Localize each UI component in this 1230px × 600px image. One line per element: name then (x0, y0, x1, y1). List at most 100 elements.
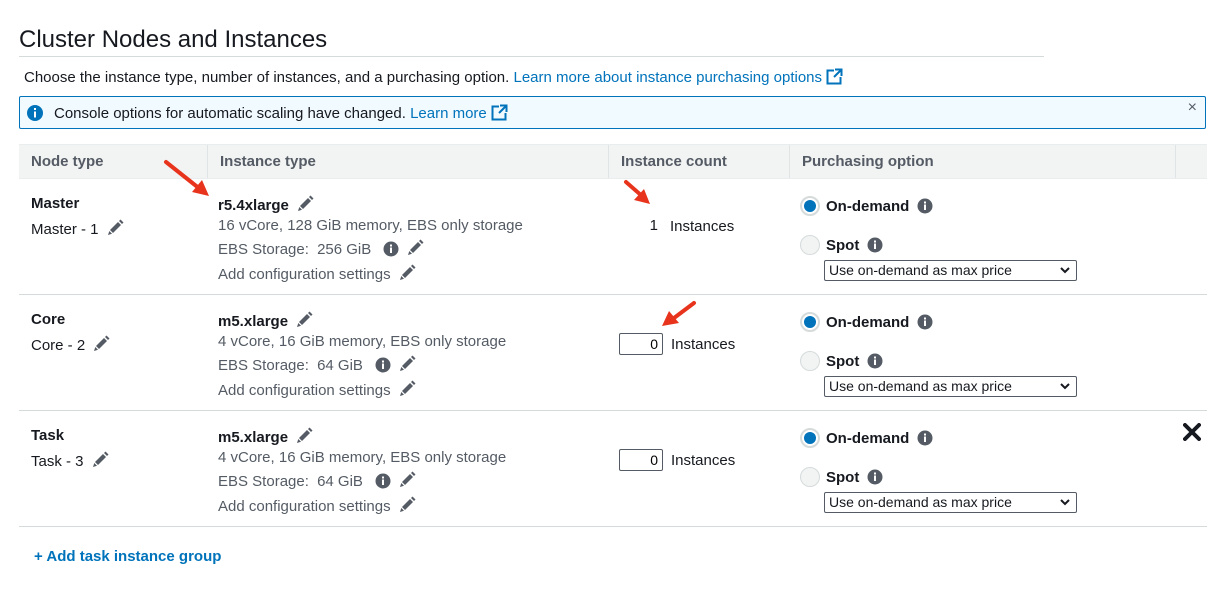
edit-name-pencil-icon[interactable] (92, 451, 109, 468)
info-icon[interactable] (867, 237, 883, 253)
instance-type-text: m5.xlarge (218, 429, 289, 446)
instances-label: Instances (671, 335, 736, 353)
on-demand-option[interactable]: On-demand (800, 311, 1077, 333)
title-divider (19, 56, 1044, 57)
edit-config-pencil-icon[interactable] (399, 380, 416, 397)
external-link-icon (491, 104, 508, 121)
node-label-text: Core - 2 (31, 337, 86, 354)
info-icon[interactable] (375, 473, 391, 489)
max-price-select[interactable]: Use on-demand as max price (824, 376, 1077, 397)
node-label-text: Master - 1 (31, 221, 99, 238)
instances-label: Instances (671, 451, 736, 469)
header-actions (1175, 145, 1207, 178)
edit-instance-type-pencil-icon[interactable] (296, 311, 313, 328)
spot-radio[interactable] (800, 235, 820, 255)
purchasing-option: On-demand Spot Use on-demand as max pric… (800, 311, 1077, 397)
ebs-storage: EBS Storage: 64 GiB (218, 355, 416, 374)
annotation-arrow-icon (164, 160, 209, 196)
node-label: Core - 2 (31, 335, 110, 354)
alert-message: Console options for automatic scaling ha… (54, 104, 508, 122)
edit-name-pencil-icon[interactable] (107, 219, 124, 236)
table-row-core: Core Core - 2 m5.xlarge 4 vCore, 16 GiB … (19, 295, 1207, 411)
header-instance-type: Instance type (207, 145, 607, 178)
annotation-arrow-icon (624, 180, 650, 204)
max-price-select[interactable]: Use on-demand as max price (824, 492, 1077, 513)
on-demand-label: On-demand (826, 429, 910, 447)
node-type: Core (31, 311, 66, 328)
instance-count-value: 1 (649, 217, 658, 234)
alert-learn-more-link[interactable]: Learn more (410, 104, 508, 122)
ebs-label: EBS Storage: (218, 241, 309, 258)
instance-spec: 16 vCore, 128 GiB memory, EBS only stora… (218, 217, 523, 234)
instance-count-input[interactable] (619, 449, 663, 471)
instance-type-text: r5.4xlarge (218, 197, 289, 214)
edit-instance-type-pencil-icon[interactable] (296, 427, 313, 444)
max-price-select-value: Use on-demand as max price (829, 262, 1012, 278)
learn-more-purchasing-label: Learn more about instance purchasing opt… (513, 69, 823, 86)
instance-count: Instances (619, 333, 735, 355)
chevron-down-icon (1060, 499, 1070, 506)
ebs-value: 256 GiB (317, 241, 372, 258)
edit-ebs-pencil-icon[interactable] (399, 355, 416, 372)
ebs-value: 64 GiB (317, 357, 363, 374)
on-demand-radio[interactable] (800, 196, 820, 216)
node-type: Task (31, 427, 65, 444)
spot-label: Spot (826, 236, 860, 254)
spot-radio[interactable] (800, 351, 820, 371)
info-icon[interactable] (867, 469, 883, 485)
edit-name-pencil-icon[interactable] (93, 335, 110, 352)
spot-label: Spot (826, 352, 860, 370)
alert-learn-more-label: Learn more (410, 105, 487, 122)
on-demand-radio[interactable] (800, 312, 820, 332)
description-text: Choose the instance type, number of inst… (24, 69, 510, 86)
learn-more-purchasing-link[interactable]: Learn more about instance purchasing opt… (513, 68, 844, 86)
spot-option[interactable]: Spot (800, 234, 1077, 256)
info-icon[interactable] (375, 357, 391, 373)
max-price-select-value: Use on-demand as max price (829, 494, 1012, 510)
instance-type-text: m5.xlarge (218, 313, 289, 330)
add-task-instance-group-link[interactable]: + Add task instance group (34, 548, 221, 565)
info-icon[interactable] (917, 314, 933, 330)
table-row-task: Task Task - 3 m5.xlarge 4 vCore, 16 GiB … (19, 411, 1207, 527)
section-title: Cluster Nodes and Instances (19, 26, 328, 53)
on-demand-radio[interactable] (800, 428, 820, 448)
max-price-select[interactable]: Use on-demand as max price (824, 260, 1077, 281)
instance-count-input[interactable] (619, 333, 663, 355)
chevron-down-icon (1060, 267, 1070, 274)
edit-config-pencil-icon[interactable] (399, 496, 416, 513)
instance-type: m5.xlarge (218, 427, 313, 446)
info-icon[interactable] (917, 198, 933, 214)
ebs-value: 64 GiB (317, 473, 363, 490)
ebs-storage: EBS Storage: 256 GiB (218, 239, 424, 258)
info-circle-icon (27, 105, 43, 121)
configuration-settings: Add configuration settings (218, 496, 416, 515)
spot-label: Spot (826, 468, 860, 486)
header-instance-count: Instance count (608, 145, 789, 178)
info-icon[interactable] (917, 430, 933, 446)
on-demand-option[interactable]: On-demand (800, 195, 1077, 217)
info-alert: Console options for automatic scaling ha… (19, 96, 1206, 129)
edit-config-pencil-icon[interactable] (399, 264, 416, 281)
info-icon[interactable] (867, 353, 883, 369)
instance-type: m5.xlarge (218, 311, 313, 330)
alert-text: Console options for automatic scaling ha… (54, 105, 406, 122)
spot-option[interactable]: Spot (800, 466, 1077, 488)
edit-ebs-pencil-icon[interactable] (407, 239, 424, 256)
purchasing-option: On-demand Spot Use on-demand as max pric… (800, 427, 1077, 513)
node-type: Master (31, 195, 80, 212)
info-icon[interactable] (383, 241, 399, 257)
edit-ebs-pencil-icon[interactable] (399, 471, 416, 488)
remove-group-close-icon[interactable] (1183, 423, 1201, 441)
ebs-label: EBS Storage: (218, 357, 309, 374)
instance-count: 1 Instances (619, 217, 735, 235)
spot-radio[interactable] (800, 467, 820, 487)
alert-close-button[interactable]: × (1188, 99, 1197, 117)
edit-instance-type-pencil-icon[interactable] (297, 195, 314, 212)
config-label: Add configuration settings (218, 266, 391, 283)
on-demand-option[interactable]: On-demand (800, 427, 1077, 449)
chevron-down-icon (1060, 383, 1070, 390)
config-label: Add configuration settings (218, 498, 391, 515)
node-label: Master - 1 (31, 219, 124, 238)
spot-option[interactable]: Spot (800, 350, 1077, 372)
on-demand-label: On-demand (826, 313, 910, 331)
